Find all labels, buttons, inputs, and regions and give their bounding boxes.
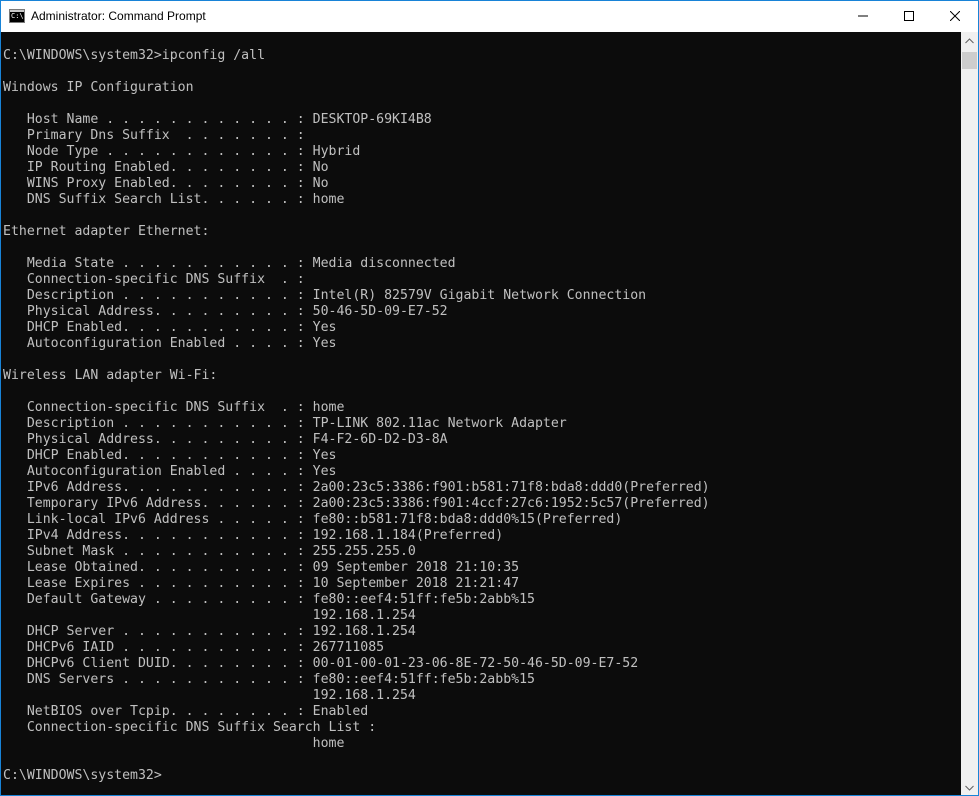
console-line: Autoconfiguration Enabled . . . . : Yes [3,336,337,351]
console-line: IPv4 Address. . . . . . . . . . . : 192.… [3,528,504,543]
console-line: Wireless LAN adapter Wi-Fi: [3,368,218,383]
console-text: C:\WINDOWS\system32>ipconfig /all Windows… [3,48,710,784]
minimize-icon [858,15,868,17]
console-line: Media State . . . . . . . . . . . : Medi… [3,256,456,271]
close-button[interactable] [932,1,978,31]
console-line: Temporary IPv6 Address. . . . . . : 2a00… [3,496,710,511]
console-line: DHCPv6 Client DUID. . . . . . . . : 00-0… [3,656,639,671]
scroll-up-button[interactable] [961,32,978,49]
title-bar[interactable]: C:\ Administrator: Command Prompt [1,1,978,32]
console-line: Physical Address. . . . . . . . . : F4-F… [3,432,448,447]
console-line: Description . . . . . . . . . . . : TP-L… [3,416,567,431]
console-line: DHCP Enabled. . . . . . . . . . . : Yes [3,320,337,335]
vertical-scrollbar[interactable] [961,32,978,795]
console-line: 192.168.1.254 [3,688,416,703]
console-line: 192.168.1.254 [3,608,416,623]
maximize-icon [904,11,914,21]
scroll-down-button[interactable] [961,779,978,795]
console-line: Connection-specific DNS Suffix . : [3,272,305,287]
console-line: IP Routing Enabled. . . . . . . . : No [3,160,329,175]
minimize-button[interactable] [840,1,886,31]
console-line: IPv6 Address. . . . . . . . . . . : 2a00… [3,480,710,495]
cmd-icon[interactable]: C:\ [9,9,25,23]
console-line: Connection-specific DNS Suffix . : home [3,400,345,415]
console-line: C:\WINDOWS\system32> [3,768,162,783]
console-line: Connection-specific DNS Suffix Search Li… [3,720,377,735]
console-line: Lease Expires . . . . . . . . . . : 10 S… [3,576,520,591]
scroll-down-arrow-icon [965,785,974,791]
console-line: Physical Address. . . . . . . . . : 50-4… [3,304,448,319]
console-line: Subnet Mask . . . . . . . . . . . : 255.… [3,544,416,559]
console-line: NetBIOS over Tcpip. . . . . . . . : Enab… [3,704,369,719]
console-line: Default Gateway . . . . . . . . . : fe80… [3,592,535,607]
scroll-up-arrow-icon [965,37,974,43]
console-line: DNS Suffix Search List. . . . . . : home [3,192,345,207]
console-line: Host Name . . . . . . . . . . . . : DESK… [3,112,432,127]
console-line: WINS Proxy Enabled. . . . . . . . : No [3,176,329,191]
console-line: DHCP Server . . . . . . . . . . . : 192.… [3,624,416,639]
console-line: Autoconfiguration Enabled . . . . : Yes [3,464,337,479]
console-line: DNS Servers . . . . . . . . . . . : fe80… [3,672,535,687]
console-line: Description . . . . . . . . . . . : Inte… [3,288,647,303]
scroll-thumb[interactable] [962,52,977,69]
console-line: Link-local IPv6 Address . . . . . : fe80… [3,512,623,527]
maximize-button[interactable] [886,1,932,31]
console-line: DHCP Enabled. . . . . . . . . . . : Yes [3,448,337,463]
console-line: Windows IP Configuration [3,80,194,95]
console-line: Node Type . . . . . . . . . . . . : Hybr… [3,144,361,159]
console-line: C:\WINDOWS\system32>ipconfig /all [3,48,266,63]
console-output[interactable]: C:\WINDOWS\system32>ipconfig /all Windows… [1,32,961,795]
console-line: Primary Dns Suffix . . . . . . . : [3,128,305,143]
command-prompt-window: C:\ Administrator: Command Prompt C:\WIN… [0,0,979,796]
console-line: Lease Obtained. . . . . . . . . . : 09 S… [3,560,520,575]
console-line: Ethernet adapter Ethernet: [3,224,210,239]
close-icon [950,11,960,21]
console-line: home [3,736,345,751]
window-title: Administrator: Command Prompt [31,9,206,23]
console-line: DHCPv6 IAID . . . . . . . . . . . : 2677… [3,640,385,655]
